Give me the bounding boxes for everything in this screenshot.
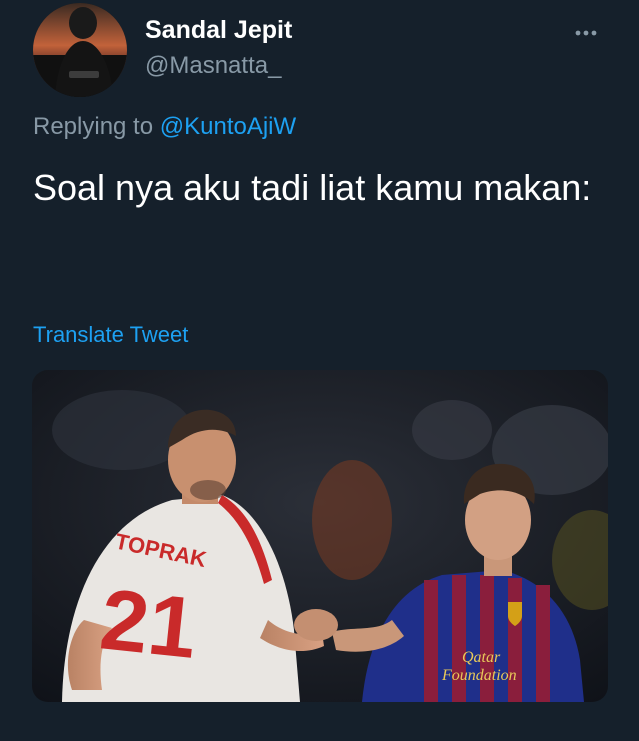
- football-photo: TOPRAK 21 Qatar Foundation: [32, 370, 608, 702]
- display-name[interactable]: Sandal Jepit: [145, 16, 292, 45]
- more-dots-icon: [575, 30, 597, 36]
- right-jersey-sponsor-line1: Qatar: [462, 649, 501, 666]
- left-jersey-number: 21: [96, 571, 201, 676]
- user-handle[interactable]: @Masnatta_: [145, 52, 281, 80]
- translate-tweet-link[interactable]: Translate Tweet: [33, 322, 188, 348]
- right-jersey-sponsor-line2: Foundation: [441, 667, 517, 684]
- replying-to-line: Replying to @KuntoAjiW: [33, 113, 296, 141]
- replying-to-label: Replying to: [33, 113, 154, 140]
- avatar-image: [33, 3, 127, 97]
- more-options-button[interactable]: [570, 18, 610, 48]
- tweet-text: Soal nya aku tadi liat kamu makan:: [33, 167, 592, 208]
- reply-to-handle-link[interactable]: @KuntoAjiW: [160, 113, 296, 140]
- avatar[interactable]: [33, 3, 127, 97]
- tweet-media-image[interactable]: TOPRAK 21 Qatar Foundation: [32, 370, 608, 702]
